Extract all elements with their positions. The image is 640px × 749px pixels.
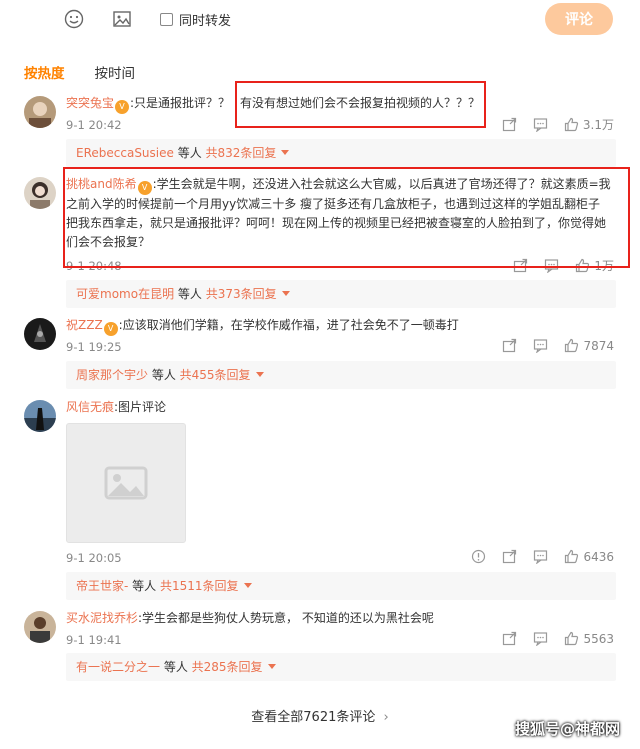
reply-mid: 等人 (174, 287, 206, 301)
like-count: 7874 (583, 338, 614, 353)
comment-toolbar: 同时转发 评论 (0, 0, 640, 40)
comment-text: 祝ZZZ V:应该取消他们学籍，在学校作威作福，进了社会免不了一顿毒打 (66, 316, 459, 336)
comment-username[interactable]: 突突兔宝 (66, 96, 114, 110)
avatar[interactable] (24, 177, 56, 209)
reply-count[interactable]: 共1511条回复 (160, 579, 239, 593)
reply-summary[interactable]: 有一说二分之一 等人 共285条回复 (66, 653, 616, 681)
reply-summary[interactable]: 周家那个宇少 等人 共455条回复 (66, 361, 616, 389)
vip-icon: V (103, 322, 118, 336)
comment-body: :学生会都是些狗仗人势玩意， 不知道的还以为黑社会呢 (138, 611, 434, 625)
comment-text: 突突兔宝 V:只是通报批评？？ (66, 94, 230, 114)
reply-username[interactable]: 帝王世家- (76, 579, 128, 593)
repost-label: 同时转发 (179, 14, 232, 29)
like-icon (565, 549, 579, 564)
reply-username[interactable]: 有一说二分之一 (76, 660, 160, 674)
comment-time: 9-1 19:41 (66, 633, 122, 647)
submit-comment-button[interactable]: 评论 (545, 3, 613, 35)
like-button[interactable]: 6436 (564, 549, 614, 564)
reply-mid: 等人 (160, 660, 192, 674)
chevron-down-icon[interactable] (281, 291, 290, 296)
chevron-down-icon[interactable] (267, 664, 276, 669)
reply-username[interactable]: 可爱momo在昆明 (76, 287, 174, 301)
comment-icon[interactable] (533, 338, 548, 353)
like-button[interactable]: 3.1万 (564, 116, 614, 133)
reply-username[interactable]: ERebeccaSusiee (76, 146, 174, 160)
comment-icon[interactable] (533, 631, 548, 646)
like-button[interactable]: 5563 (564, 631, 614, 646)
watermark: 搜狐号@神都网 (514, 720, 620, 738)
repost-checkbox[interactable]: 同时转发 (160, 10, 231, 29)
avatar[interactable] (24, 96, 56, 128)
repost-icon[interactable] (502, 117, 517, 132)
reply-summary[interactable]: ERebeccaSusiee 等人 共832条回复 (66, 139, 616, 167)
comment-body: :图片评论 (114, 400, 167, 414)
like-count: 6436 (583, 549, 614, 564)
reply-count[interactable]: 共285条回复 (192, 660, 263, 674)
reply-mid: 等人 (173, 146, 206, 160)
report-icon[interactable] (471, 549, 486, 564)
comment-username[interactable]: 买水泥找乔杉 (66, 611, 138, 625)
avatar[interactable] (24, 611, 56, 643)
comment-time: 9-1 20:42 (66, 118, 122, 132)
comment-time: 9-1 19:25 (66, 340, 122, 354)
like-count: 5563 (583, 631, 614, 646)
reply-username[interactable]: 周家那个宇少 (76, 368, 148, 382)
reply-count[interactable]: 共373条回复 (206, 287, 277, 301)
image-icon[interactable] (111, 8, 133, 30)
like-button[interactable]: 7874 (564, 338, 614, 353)
comment-actions: 3.1万 (502, 116, 614, 133)
reply-summary[interactable]: 帝王世家- 等人 共1511条回复 (66, 572, 616, 600)
vip-icon: V (115, 100, 130, 114)
chevron-down-icon[interactable] (281, 150, 290, 155)
comment-body: :应该取消他们学籍，在学校作威作福，进了社会免不了一顿毒打 (118, 318, 459, 332)
emoji-icon[interactable] (63, 8, 85, 30)
comment-actions: 5563 (502, 631, 614, 646)
like-icon (564, 117, 578, 132)
avatar[interactable] (24, 400, 56, 432)
reply-count[interactable]: 共832条回复 (206, 146, 277, 160)
comment-username[interactable]: 风信无痕 (66, 400, 114, 414)
comment-body: :只是通报批评？？ (130, 96, 231, 110)
view-all-label[interactable]: 查看全部7621条评论 (251, 710, 375, 725)
comment-actions: 7874 (502, 338, 614, 353)
comment-text: 买水泥找乔杉:学生会都是些狗仗人势玩意， 不知道的还以为黑社会呢 (66, 609, 434, 628)
chevron-right-icon[interactable]: › (384, 710, 389, 725)
comment-time: 9-1 20:05 (66, 551, 122, 565)
tab-by-time[interactable]: 按时间 (95, 62, 136, 82)
reply-summary[interactable]: 可爱momo在昆明 等人 共373条回复 (66, 280, 616, 308)
highlight-box (235, 81, 486, 128)
comment-text: 风信无痕:图片评论 (66, 398, 166, 417)
sort-tabs: 按热度 按时间 (24, 62, 135, 82)
like-icon (565, 631, 579, 646)
chevron-down-icon[interactable] (255, 372, 264, 377)
like-count: 3.1万 (582, 118, 614, 132)
checkbox-box[interactable] (160, 13, 173, 26)
repost-icon[interactable] (502, 631, 517, 646)
reply-mid: 等人 (148, 368, 180, 382)
comment-icon[interactable] (533, 549, 548, 564)
tab-by-hot[interactable]: 按热度 (24, 62, 65, 82)
highlight-box (63, 167, 630, 268)
comment-username[interactable]: 祝ZZZ (66, 318, 103, 332)
comment-image[interactable] (66, 423, 186, 543)
repost-icon[interactable] (502, 549, 517, 564)
repost-icon[interactable] (502, 338, 517, 353)
image-placeholder-icon (104, 466, 148, 500)
avatar[interactable] (24, 318, 56, 350)
comment-actions: 6436 (471, 549, 614, 564)
reply-mid: 等人 (128, 579, 160, 593)
like-icon (565, 338, 579, 353)
chevron-down-icon[interactable] (243, 583, 252, 588)
comment-icon[interactable] (533, 117, 548, 132)
reply-count[interactable]: 共455条回复 (180, 368, 251, 382)
